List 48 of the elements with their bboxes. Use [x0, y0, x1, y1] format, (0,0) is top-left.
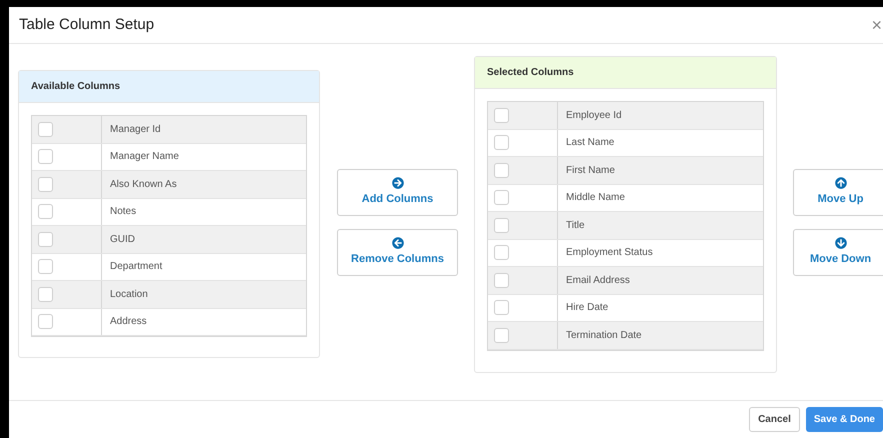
checkbox[interactable]	[494, 328, 509, 343]
column-name: Manager Name	[109, 150, 179, 164]
column-name: Last Name	[565, 136, 614, 150]
column-name: Termination Date	[565, 328, 642, 343]
arrow-up-icon	[834, 177, 846, 190]
checkbox[interactable]	[38, 149, 53, 164]
column-name: Employment Status	[565, 246, 653, 260]
column-name: Location	[109, 288, 148, 302]
column-name: Address	[109, 315, 147, 330]
checkbox[interactable]	[38, 232, 53, 247]
column-name: First Name	[565, 164, 615, 178]
column-name: Also Known As	[109, 178, 177, 192]
checkbox[interactable]	[494, 135, 509, 150]
column-name: Title	[565, 218, 585, 233]
panel-title: Available Columns	[31, 80, 120, 94]
column-name: GUID	[109, 232, 135, 247]
checkbox[interactable]	[494, 108, 509, 123]
arrow-down-icon	[834, 237, 846, 250]
checkbox[interactable]	[38, 259, 53, 274]
checkbox[interactable]	[38, 204, 53, 220]
move-down-button[interactable]: Move Down	[793, 229, 883, 276]
column-name: Email Address	[565, 274, 630, 288]
checkbox[interactable]	[38, 176, 53, 192]
close-button[interactable]: ×	[871, 16, 883, 34]
checkbox[interactable]	[494, 300, 509, 316]
checkbox[interactable]	[494, 162, 509, 178]
column-name: Employee Id	[565, 108, 622, 123]
checkbox[interactable]	[494, 190, 509, 206]
column-name: Hire Date	[565, 301, 608, 316]
column-name: Middle Name	[565, 191, 625, 206]
checkbox[interactable]	[38, 122, 53, 137]
move-up-button[interactable]: Move Up	[793, 169, 883, 216]
checkbox[interactable]	[494, 245, 509, 260]
arrow-left-icon	[392, 237, 404, 250]
checkbox[interactable]	[494, 272, 509, 288]
checkbox[interactable]	[38, 314, 53, 330]
arrow-right-icon	[392, 177, 404, 190]
window-title: Table Column Setup	[19, 14, 154, 35]
panel-title: Selected Columns	[487, 66, 574, 80]
column-name: Department	[109, 260, 162, 274]
save-button[interactable]: Save & Done	[806, 407, 883, 432]
remove-button[interactable]: Remove Columns	[337, 229, 458, 276]
add-button[interactable]: Add Columns	[337, 169, 458, 216]
column-name: Manager Id	[109, 122, 161, 137]
checkbox[interactable]	[494, 218, 509, 233]
cancel-button[interactable]: Cancel	[749, 407, 800, 432]
checkbox[interactable]	[38, 286, 53, 302]
column-name: Notes	[109, 205, 136, 220]
